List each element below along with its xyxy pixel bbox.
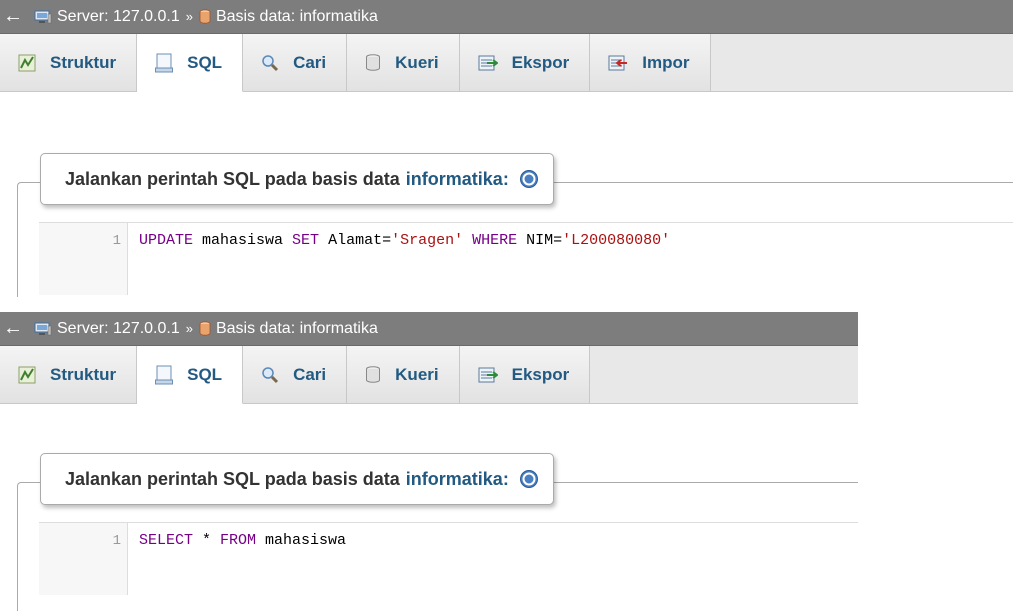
breadcrumb-separator: »: [185, 321, 193, 336]
help-icon[interactable]: [519, 169, 539, 189]
legend-database: informatika:: [405, 168, 509, 189]
sql-fieldset-legend: Jalankan perintah SQL pada basis data in…: [40, 153, 554, 205]
tab-label: Ekspor: [511, 52, 570, 72]
sql-space: [463, 232, 472, 249]
tab-label: Struktur: [50, 52, 117, 72]
tab-label: SQL: [187, 364, 223, 384]
tab-struktur[interactable]: Struktur: [0, 34, 138, 91]
sql-identifier: *: [193, 532, 221, 549]
line-number: 1: [112, 233, 121, 249]
sql-keyword: SET: [292, 232, 320, 249]
tab-cari[interactable]: Cari: [243, 346, 348, 403]
breadcrumb-server-label: Server: 127.0.0.1: [57, 319, 180, 337]
help-icon[interactable]: [519, 469, 539, 489]
line-number: 1: [112, 533, 121, 549]
database-icon: [199, 321, 211, 336]
line-gutter: 1: [39, 523, 128, 595]
server-icon: [34, 9, 52, 25]
tab-bar: Struktur SQL Cari Kueri Ekspor: [0, 34, 1013, 92]
tab-label: Cari: [293, 364, 327, 384]
search-icon: [261, 366, 279, 384]
query-icon: [365, 365, 381, 384]
server-icon: [34, 321, 52, 337]
breadcrumb: ← Server: 127.0.0.1 » Basis data: inform…: [0, 0, 1013, 34]
breadcrumb-server-label: Server: 127.0.0.1: [57, 7, 180, 25]
sql-identifier: mahasiswa: [256, 532, 347, 549]
sql-editor[interactable]: 1 SELECT * FROM mahasiswa: [39, 522, 858, 595]
sql-editor[interactable]: 1 UPDATE mahasiswa SET Alamat='Sragen' W…: [39, 222, 1013, 295]
breadcrumb: ← Server: 127.0.0.1 » Basis data: inform…: [0, 312, 858, 346]
tab-ekspor[interactable]: Ekspor: [459, 34, 591, 91]
tab-kueri[interactable]: Kueri: [347, 346, 460, 403]
tab-impor[interactable]: Impor: [590, 34, 711, 91]
tab-label: SQL: [187, 52, 223, 72]
sql-string: 'L200080080': [562, 232, 671, 249]
legend-text: Jalankan perintah SQL pada basis data: [65, 168, 400, 189]
export-icon: [478, 366, 498, 384]
phpmyadmin-panel-update: ← Server: 127.0.0.1 » Basis data: inform…: [0, 0, 1013, 297]
sql-keyword: WHERE: [472, 232, 518, 249]
database-icon: [199, 9, 211, 24]
query-icon: [365, 53, 381, 72]
sql-code-line[interactable]: UPDATE mahasiswa SET Alamat='Sragen' WHE…: [139, 232, 670, 249]
phpmyadmin-panel-select: ← Server: 127.0.0.1 » Basis data: inform…: [0, 312, 858, 611]
sql-identifier: Alamat=: [319, 232, 392, 249]
breadcrumb-database[interactable]: Basis data: informatika: [199, 8, 378, 26]
structure-icon: [18, 54, 36, 72]
tab-sql[interactable]: SQL: [137, 34, 244, 92]
sql-icon: [155, 53, 174, 73]
tab-label: Ekspor: [511, 364, 570, 384]
sql-keyword: UPDATE: [139, 232, 194, 249]
sql-identifier: mahasiswa: [193, 232, 293, 249]
tab-kueri[interactable]: Kueri: [347, 34, 460, 91]
breadcrumb-database[interactable]: Basis data: informatika: [199, 320, 378, 338]
sql-keyword: SELECT: [139, 532, 194, 549]
breadcrumb-database-label: Basis data: informatika: [215, 7, 378, 25]
tab-label: Cari: [293, 52, 327, 72]
tab-label: Struktur: [50, 364, 117, 384]
sql-keyword: FROM: [220, 532, 257, 549]
breadcrumb-separator: »: [185, 9, 193, 24]
legend-database: informatika:: [405, 468, 509, 489]
tab-label: Kueri: [395, 364, 439, 384]
left-arrow-icon[interactable]: ←: [0, 5, 26, 28]
left-arrow-icon[interactable]: ←: [0, 317, 26, 340]
breadcrumb-server[interactable]: Server: 127.0.0.1: [34, 320, 180, 338]
sql-icon: [155, 365, 174, 385]
import-icon: [608, 54, 628, 72]
sql-string: 'Sragen': [391, 232, 464, 249]
tab-bar: Struktur SQL Cari Kueri Ekspor: [0, 346, 858, 404]
tab-cari[interactable]: Cari: [243, 34, 348, 91]
line-gutter: 1: [39, 223, 128, 295]
breadcrumb-server[interactable]: Server: 127.0.0.1: [34, 8, 180, 26]
tab-label: Kueri: [395, 52, 439, 72]
tab-struktur[interactable]: Struktur: [0, 346, 138, 403]
tab-ekspor[interactable]: Ekspor: [459, 346, 591, 403]
sql-identifier: NIM=: [517, 232, 563, 249]
search-icon: [261, 54, 279, 72]
export-icon: [478, 54, 498, 72]
legend-text: Jalankan perintah SQL pada basis data: [65, 468, 400, 489]
sql-code-line[interactable]: SELECT * FROM mahasiswa: [139, 532, 346, 549]
tab-label: Impor: [642, 52, 690, 72]
structure-icon: [18, 366, 36, 384]
sql-fieldset-legend: Jalankan perintah SQL pada basis data in…: [40, 453, 554, 505]
tab-sql[interactable]: SQL: [137, 346, 244, 404]
breadcrumb-database-label: Basis data: informatika: [215, 319, 378, 337]
